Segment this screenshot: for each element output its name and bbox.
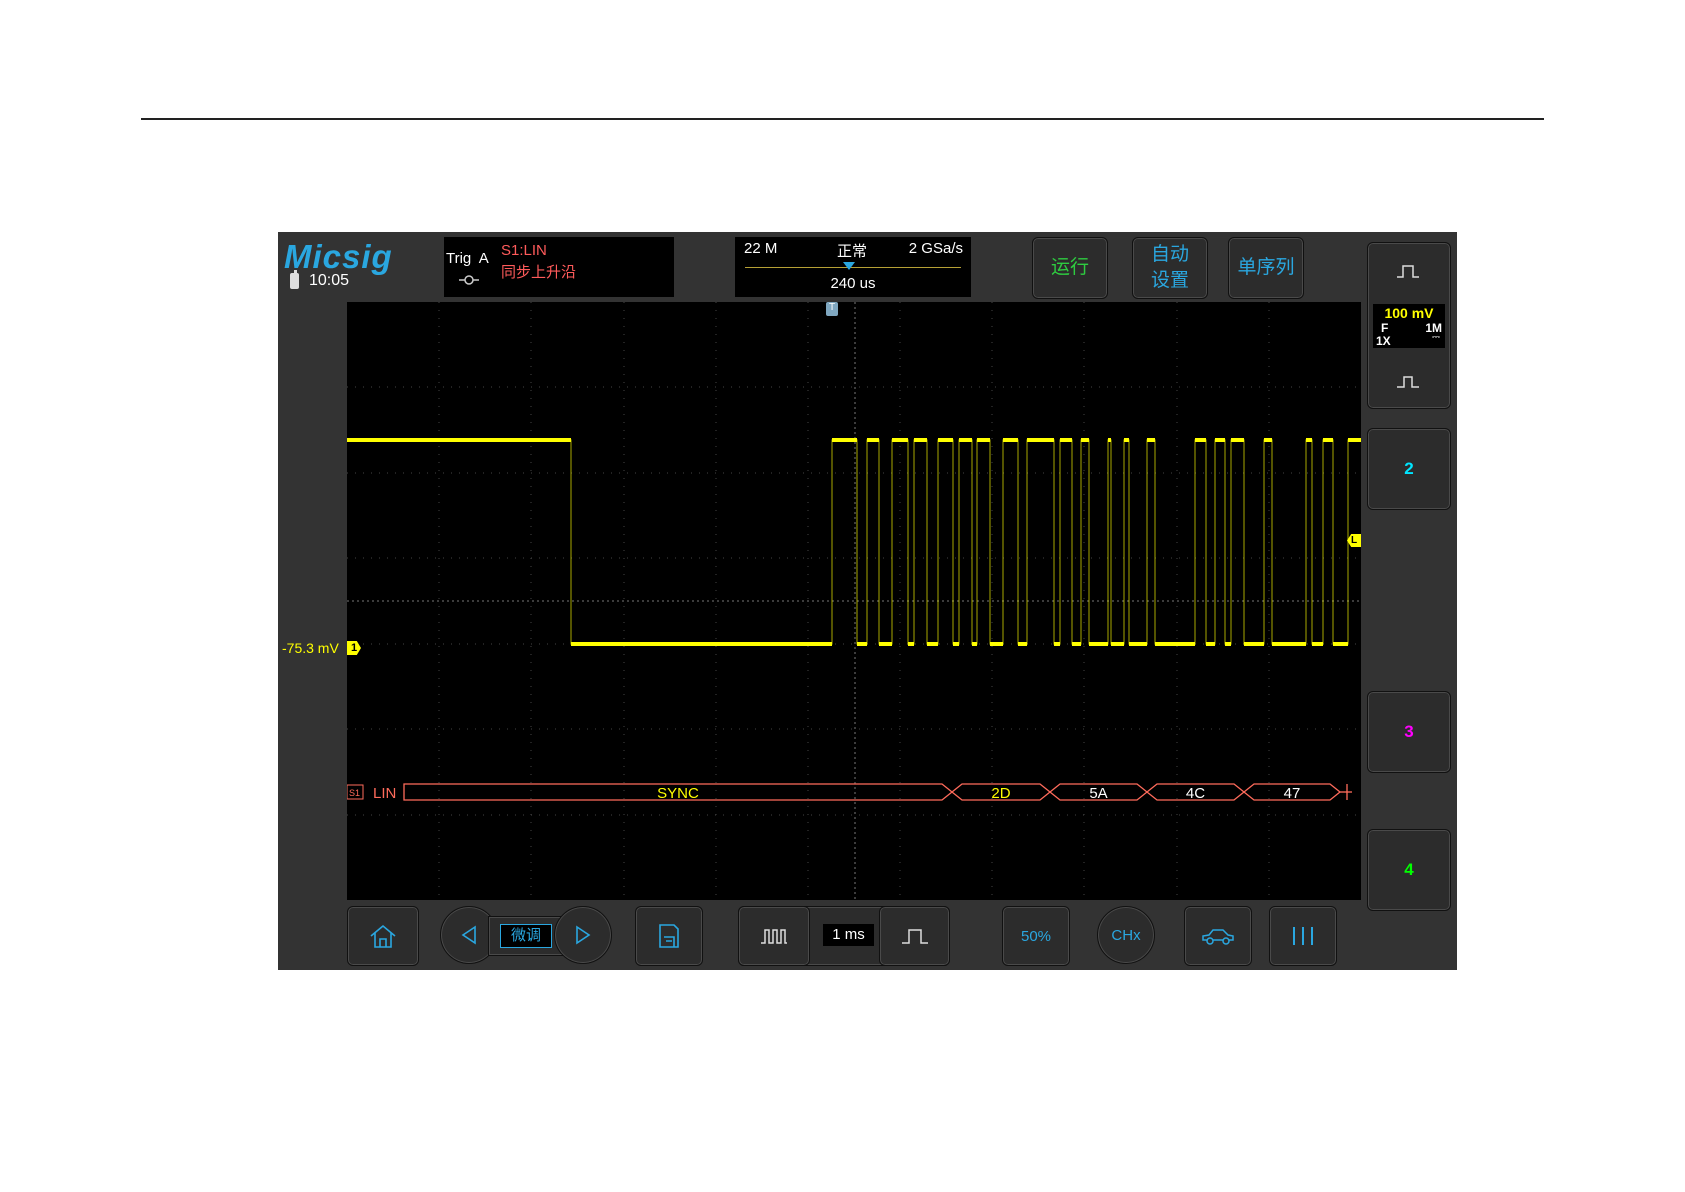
timebase-panel[interactable]: 22 M 正常 2 GSa/s 240 us	[735, 237, 971, 297]
waveform-display[interactable]: S1 LIN SYNC 2D 5A 4C 47	[347, 302, 1361, 900]
trigger-label: Trig A	[446, 250, 489, 267]
ch1-coupling: ⎓	[1432, 332, 1440, 343]
left-arrow-icon	[461, 925, 476, 945]
auto-measure-button[interactable]	[1184, 906, 1252, 966]
sample-rate: 2 GSa/s	[908, 240, 963, 257]
decode-frame-label: 4C	[1186, 785, 1205, 802]
decode-bus-tag-label: S1	[349, 788, 360, 798]
trigger-condition: 同步上升沿	[501, 264, 577, 281]
decode-protocol-label[interactable]: LIN	[373, 785, 396, 802]
trigger-panel[interactable]: Trig A S1:LIN 同步上升沿	[444, 237, 674, 297]
ch1-scale-up-icon[interactable]	[1396, 264, 1420, 278]
decode-frame-label: 2D	[991, 785, 1010, 802]
auto-setup-line1: 自动	[1150, 244, 1189, 265]
document-rule	[141, 118, 1544, 120]
ch4-button[interactable]: 4	[1367, 829, 1451, 911]
wide-pulse-icon	[761, 929, 787, 944]
acquisition-mode: 正常	[837, 243, 868, 260]
decode-frame-label: 47	[1284, 785, 1301, 802]
ch1-scale-down-icon[interactable]	[1396, 374, 1420, 388]
timebase-narrower-button[interactable]	[879, 906, 950, 966]
single-sequence-button[interactable]: 单序列	[1228, 237, 1304, 299]
ch1-waveform-edges	[347, 439, 1361, 645]
save-button[interactable]	[635, 906, 703, 966]
memory-depth: 22 M	[744, 240, 778, 257]
decode-frame-label: 5A	[1089, 785, 1107, 802]
ch1-bandwidth: F	[1381, 321, 1389, 335]
auto-setup-line2: 设置	[1150, 270, 1189, 291]
right-arrow-icon	[576, 925, 591, 945]
menu-button[interactable]	[1269, 906, 1337, 966]
car-icon	[1202, 929, 1234, 945]
ch2-button[interactable]: 2	[1367, 428, 1451, 510]
decode-frame-label: SYNC	[657, 785, 699, 802]
battery-icon	[290, 270, 299, 289]
fine-right-button[interactable]	[554, 906, 612, 964]
ch1-settings-box[interactable]: 100 mV F 1M 1X ⎓	[1373, 304, 1445, 348]
save-icon	[659, 924, 679, 948]
view-position-marker	[843, 262, 855, 270]
narrow-pulse-icon	[901, 929, 928, 944]
brand-logo: Micsig	[284, 238, 393, 275]
trigger-edge-icon	[459, 275, 479, 285]
channel-select-button[interactable]: CHx	[1097, 906, 1155, 964]
trigger-position-marker[interactable]: T	[826, 302, 838, 316]
trigger-delay: 240 us	[830, 275, 876, 292]
menu-bars-icon	[1293, 927, 1313, 945]
waveform-svg: S1 LIN SYNC 2D 5A 4C 47	[347, 302, 1361, 900]
ch1-waveform	[347, 438, 1361, 646]
clock-time: 10:05	[309, 272, 350, 289]
time-per-div: 1 ms	[823, 924, 874, 946]
trigger-source: S1:LIN	[501, 242, 547, 259]
timebase-wider-button[interactable]	[738, 906, 810, 966]
run-button[interactable]: 运行	[1032, 237, 1108, 299]
status-clock: 10:05	[290, 270, 350, 290]
ch1-offset-readout: -75.3 mV	[282, 640, 339, 656]
ch3-button[interactable]: 3	[1367, 691, 1451, 773]
ch1-probe: 1X	[1376, 334, 1391, 348]
home-icon	[370, 924, 396, 948]
auto-setup-button[interactable]: 自动 设置	[1132, 237, 1208, 299]
ch1-scale: 100 mV	[1384, 305, 1434, 321]
fifty-percent-button[interactable]: 50%	[1002, 906, 1070, 966]
oscilloscope-screen: Micsig 10:05 Trig A S1:LIN 同步上升沿 22 M 正常…	[278, 232, 1457, 970]
home-button[interactable]	[347, 906, 419, 966]
fine-adjust-label[interactable]: 微调	[500, 924, 552, 948]
